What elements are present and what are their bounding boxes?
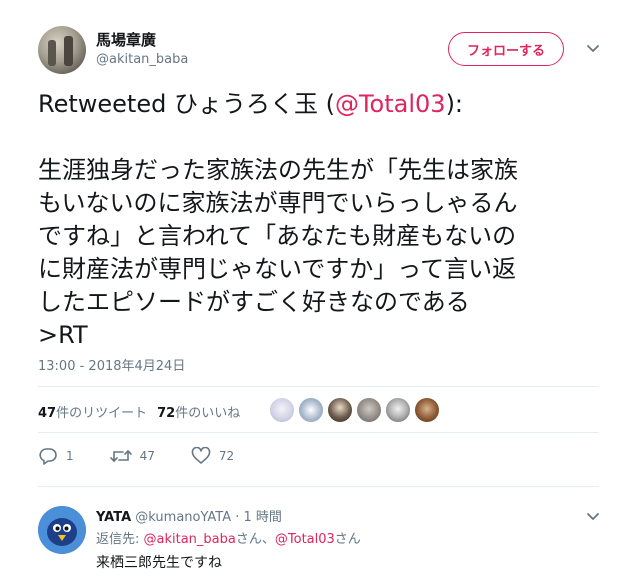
body-line: 生涯独身だった家族法の先生が「先生は家族 [38, 156, 518, 184]
reply-time[interactable]: · 1 時間 [235, 510, 282, 525]
liker-avatar[interactable] [299, 398, 323, 422]
mention-link[interactable]: @Total03 [275, 532, 335, 547]
body-line: >RT [38, 321, 88, 349]
like-button[interactable]: 72 [191, 447, 234, 465]
liker-avatar[interactable] [357, 398, 381, 422]
reply-count: 1 [66, 449, 74, 463]
reply-icon [39, 448, 57, 465]
reply-author-handle[interactable]: @kumanoYATA [135, 510, 231, 525]
tweet-text: Retweeted ひょうろく玉 (@Total03): 生涯独身だった家族法の… [38, 88, 598, 352]
body-line: に財産法が専門じゃないですか」って言い返 [38, 255, 517, 283]
tweet-timestamp[interactable]: 13:00 - 2018年4月24日 [38, 355, 185, 374]
retweet-line: Retweeted ひょうろく玉 (@Total03): [38, 88, 598, 121]
retweets-count: 47 [38, 405, 57, 421]
follow-button[interactable]: フォローする [448, 32, 564, 66]
divider [38, 386, 599, 387]
retweets-stat[interactable]: 47件のリツイート [38, 402, 147, 421]
mention-link[interactable]: @Total03 [335, 90, 446, 118]
likes-label: 件のいいね [175, 405, 241, 421]
reply-to-prefix: 返信先: [96, 532, 144, 547]
tweet-header: 馬場章廣 @akitan_baba フォローする [38, 22, 603, 78]
divider [38, 486, 599, 487]
reply-to-line: 返信先: @akitan_babaさん、@Total03さん [96, 528, 361, 547]
body-line: もいないのに家族法が専門でいらっしゃるん [38, 189, 518, 217]
reply-author-name[interactable]: YATA [96, 510, 131, 525]
liker-avatar[interactable] [328, 398, 352, 422]
mention-link[interactable]: @akitan_baba [144, 532, 236, 547]
reply-text: 来栖三郎先生ですね [96, 555, 222, 571]
reply-to-suffix: さん [334, 532, 361, 547]
author-name[interactable]: 馬場章廣 [96, 29, 156, 50]
retweet-suffix: ): [445, 90, 464, 118]
body-line: ですね」と言われて「あなたも財産もないの [38, 222, 517, 250]
retweet-icon [109, 450, 132, 462]
heart-icon [191, 447, 211, 464]
body-line: したエピソードがすごく好きなのである [38, 288, 470, 316]
author-avatar[interactable] [38, 26, 86, 74]
chevron-down-icon[interactable] [583, 38, 603, 58]
tweet-stats: 47件のリツイート 72件のいいね [38, 398, 250, 424]
reply-avatar[interactable] [38, 506, 86, 554]
liker-avatar[interactable] [270, 398, 294, 422]
retweet-button[interactable]: 47 [109, 447, 155, 465]
tweet-actions: 1 47 72 [38, 446, 270, 466]
chevron-down-icon[interactable] [583, 506, 603, 526]
likes-stat[interactable]: 72件のいいね [157, 402, 240, 421]
reply-header: YATA @kumanoYATA · 1 時間 [96, 506, 282, 525]
divider [38, 432, 599, 433]
liker-avatar[interactable] [415, 398, 439, 422]
liker-avatars [270, 398, 444, 422]
bird-mascot-icon [38, 506, 86, 554]
author-handle[interactable]: @akitan_baba [96, 52, 188, 67]
retweets-label: 件のリツイート [56, 405, 148, 421]
retweet-count: 47 [139, 449, 155, 463]
reply-button[interactable]: 1 [38, 447, 74, 465]
retweet-prefix: Retweeted ひょうろく玉 ( [38, 90, 335, 118]
reply-tweet[interactable]: YATA @kumanoYATA · 1 時間 返信先: @akitan_bab… [38, 500, 603, 580]
liker-avatar[interactable] [386, 398, 410, 422]
likes-count: 72 [157, 405, 176, 421]
reply-to-sep: さん、 [235, 532, 275, 547]
like-count: 72 [218, 449, 235, 463]
